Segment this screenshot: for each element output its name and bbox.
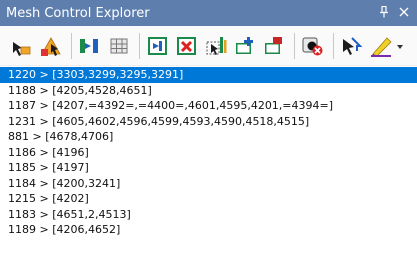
list-item[interactable]: 1184 > [4200,3241]	[0, 176, 417, 192]
toolbar-separator	[294, 32, 295, 59]
grid-table-icon[interactable]	[107, 34, 132, 58]
select-arrow-icon[interactable]	[10, 34, 35, 58]
toolbar-separator	[333, 32, 334, 59]
highlight-icon[interactable]	[369, 34, 394, 58]
list-item[interactable]: 1186 > [4196]	[0, 145, 417, 161]
delete-icon[interactable]	[301, 34, 326, 58]
list-item[interactable]: 1215 > [4202]	[0, 191, 417, 207]
list-item[interactable]: 1220 > [3303,3299,3295,3291]	[0, 67, 417, 83]
mesh-control-explorer-panel: Mesh Control Explorer 1220 > [3303,3299,…	[0, 0, 417, 257]
pin-icon[interactable]	[377, 5, 391, 21]
chevron-down-icon[interactable]	[396, 36, 404, 55]
list-item[interactable]: 1231 > [4605,4602,4596,4599,4593,4590,45…	[0, 114, 417, 130]
list-item[interactable]: 1188 > [4205,4528,4651]	[0, 83, 417, 99]
toolbar	[0, 26, 417, 66]
list-item[interactable]: 1183 > [4651,2,4513]	[0, 207, 417, 223]
panel-title: Mesh Control Explorer	[6, 5, 150, 21]
toolbar-separator	[139, 32, 140, 59]
list-item[interactable]: 1187 > [4207,=4392=,=4400=,4601,4595,420…	[0, 98, 417, 114]
panel-title-bar: Mesh Control Explorer	[0, 0, 417, 26]
select-mesh-icon[interactable]	[39, 34, 64, 58]
close-icon[interactable]	[397, 6, 411, 20]
add-group-icon[interactable]	[233, 34, 258, 58]
list-item[interactable]: 881 > [4678,4706]	[0, 129, 417, 145]
add-to-group-icon[interactable]	[146, 34, 171, 58]
mesh-list: 1220 > [3303,3299,3295,3291] 1188 > [4205…	[0, 67, 417, 238]
list-item[interactable]: 1189 > [4206,4652]	[0, 222, 417, 238]
remove-from-group-icon[interactable]	[175, 34, 200, 58]
remove-group-icon[interactable]	[262, 34, 287, 58]
list-item[interactable]: 1185 > [4197]	[0, 160, 417, 176]
add-elements-icon[interactable]	[78, 34, 103, 58]
select-cells-icon[interactable]	[204, 34, 229, 58]
toolbar-separator	[71, 32, 72, 59]
pick-arrow-icon[interactable]	[340, 34, 365, 58]
